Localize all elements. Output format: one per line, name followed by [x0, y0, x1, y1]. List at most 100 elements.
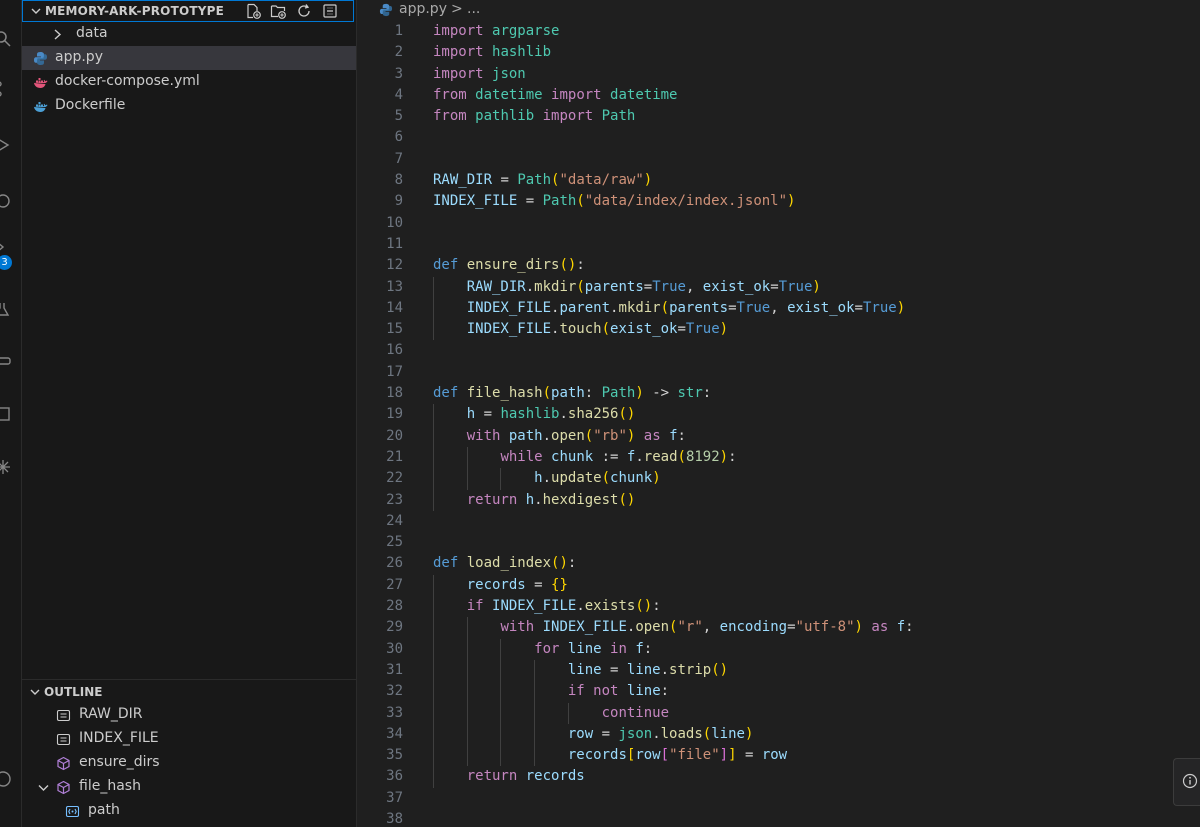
outline-item-ensure-dirs[interactable]: ensure_dirs [22, 751, 356, 775]
breadcrumb-file[interactable]: app.py [399, 1, 447, 17]
code-token: True [652, 278, 686, 295]
code-line[interactable]: 10 [357, 213, 1200, 234]
sparkle-icon[interactable] [0, 458, 12, 476]
code-line[interactable]: 25 [357, 532, 1200, 553]
code-area[interactable]: 1 import argparse 2 import hashlib 3 import j… [357, 21, 1200, 827]
code-line[interactable]: 15 INDEX_FILE.touch(exist_ok=True) [357, 319, 1200, 341]
indent-guide [534, 702, 536, 724]
code-line[interactable]: 14 INDEX_FILE.parent.mkdir(parents=True, … [357, 297, 1200, 320]
outline-item-path[interactable]: path [22, 799, 356, 823]
line-number: 18 [386, 385, 403, 402]
code-token: ] [728, 747, 737, 764]
line-number: 23 [386, 491, 403, 508]
outline-section-header[interactable]: OUTLINE [22, 679, 356, 702]
code-token: h [466, 406, 476, 423]
docker-icon[interactable] [0, 350, 12, 368]
variable-symbol-icon [56, 708, 71, 723]
code-line[interactable]: 8 RAW_DIR = Path("data/raw") [357, 170, 1200, 191]
indent-guide [466, 659, 468, 682]
code-line[interactable]: 13 RAW_DIR.mkdir(parents=True, exist_ok=T… [357, 276, 1200, 298]
code-token: ) [812, 278, 821, 295]
code-line[interactable]: 17 [357, 362, 1200, 383]
code-line[interactable]: 24 [357, 511, 1200, 532]
code-line[interactable]: 4 from datetime import datetime [357, 85, 1200, 106]
outline-item-file-hash[interactable]: file_hash [22, 775, 356, 799]
source-control-icon[interactable] [0, 80, 12, 98]
code-token: f [896, 619, 906, 636]
code-line[interactable]: 6 [357, 127, 1200, 148]
indent-guide [534, 681, 536, 703]
code-line[interactable]: 22 h.update(chunk) [357, 468, 1200, 490]
code-token: in [610, 640, 627, 657]
indent-guide [466, 617, 468, 639]
explorer-folder-data[interactable]: data [22, 22, 356, 46]
line-number: 20 [386, 427, 403, 444]
new-file-icon[interactable] [245, 3, 261, 19]
new-folder-icon[interactable] [270, 3, 286, 19]
code-line[interactable]: 9 INDEX_FILE = Path("data/index/index.jso… [357, 191, 1200, 212]
code-token: ) [719, 448, 729, 465]
code-line[interactable]: 3 import json [357, 64, 1200, 85]
code-line[interactable]: 33 continue [357, 702, 1200, 724]
code-line[interactable]: 23 return h.hexdigest() [357, 489, 1200, 511]
explorer-file-app-py[interactable]: app.py [22, 46, 356, 70]
code-token: line [626, 661, 661, 678]
code-line[interactable]: 28 if INDEX_FILE.exists(): [357, 596, 1200, 618]
code-line[interactable]: 30 for line in f: [357, 638, 1200, 660]
code-line[interactable]: 31 line = line.strip() [357, 659, 1200, 682]
remote-explorer-icon[interactable] [0, 238, 12, 256]
code-line[interactable]: 26 def load_index(): [357, 553, 1200, 574]
code-line[interactable]: 21 while chunk := f.read(8192): [357, 446, 1200, 469]
run-debug-icon[interactable] [0, 136, 12, 154]
code-line[interactable]: 29 with INDEX_FILE.open("r", encoding="ut… [357, 617, 1200, 639]
breadcrumb-symbols[interactable]: ... [467, 1, 480, 17]
refresh-icon[interactable] [296, 3, 312, 19]
explorer-file-docker-compose[interactable]: docker-compose.yml [22, 70, 356, 94]
code-token: = [728, 299, 737, 316]
code-token: . [635, 448, 644, 465]
outline-item-raw-dir[interactable]: RAW_DIR [22, 703, 356, 727]
explorer-section-header[interactable]: MEMORY-ARK-PROTOTYPE [22, 0, 354, 22]
code-line[interactable]: 35 records[row["file"]] = row [357, 745, 1200, 767]
code-line[interactable]: 12 def ensure_dirs(): [357, 255, 1200, 276]
code-token: import [542, 108, 594, 125]
testing-icon[interactable] [0, 300, 12, 318]
code-line[interactable]: 1 import argparse [357, 21, 1200, 42]
code-line[interactable]: 32 if not line: [357, 681, 1200, 703]
outline-item-index-file[interactable]: INDEX_FILE [22, 727, 356, 751]
notification-badge: 3 [0, 255, 12, 270]
code-token: open [551, 427, 585, 444]
code-line[interactable]: 19 h = hashlib.sha256() [357, 404, 1200, 426]
account-icon[interactable] [0, 770, 12, 788]
extensions-icon[interactable] [0, 192, 12, 210]
code-text: def ensure_dirs(): [433, 255, 585, 276]
line-number: 37 [386, 789, 403, 806]
line-number: 28 [386, 598, 403, 615]
code-line[interactable]: 37 [357, 788, 1200, 809]
search-icon[interactable] [0, 30, 12, 48]
code-token: h [525, 491, 535, 508]
notification-bell-button[interactable] [1173, 758, 1200, 806]
collapse-all-icon[interactable] [322, 3, 338, 19]
code-line[interactable]: 27 records = {} [357, 574, 1200, 597]
code-token: ( [702, 725, 712, 742]
line-number: 11 [386, 235, 403, 252]
code-token: = [601, 661, 627, 678]
code-line[interactable]: 7 [357, 149, 1200, 170]
code-line[interactable]: 20 with path.open("rb") as f: [357, 425, 1200, 447]
explorer-file-dockerfile[interactable]: Dockerfile [22, 94, 356, 118]
code-line[interactable]: 5 from pathlib import Path [357, 106, 1200, 127]
database-icon[interactable] [0, 405, 12, 423]
code-editor[interactable]: app.py > ... 1 import argparse 2 import has… [357, 0, 1200, 827]
code-line[interactable]: 34 row = json.loads(line) [357, 723, 1200, 746]
code-token: () [559, 257, 577, 274]
code-line[interactable]: 36 return records [357, 766, 1200, 788]
code-line[interactable]: 2 import hashlib [357, 42, 1200, 63]
code-token: def [433, 257, 459, 274]
code-line[interactable]: 11 [357, 234, 1200, 255]
code-line[interactable]: 38 [357, 809, 1200, 827]
code-line[interactable]: 16 [357, 340, 1200, 361]
code-line[interactable]: 18 def file_hash(path: Path) -> str: [357, 383, 1200, 404]
